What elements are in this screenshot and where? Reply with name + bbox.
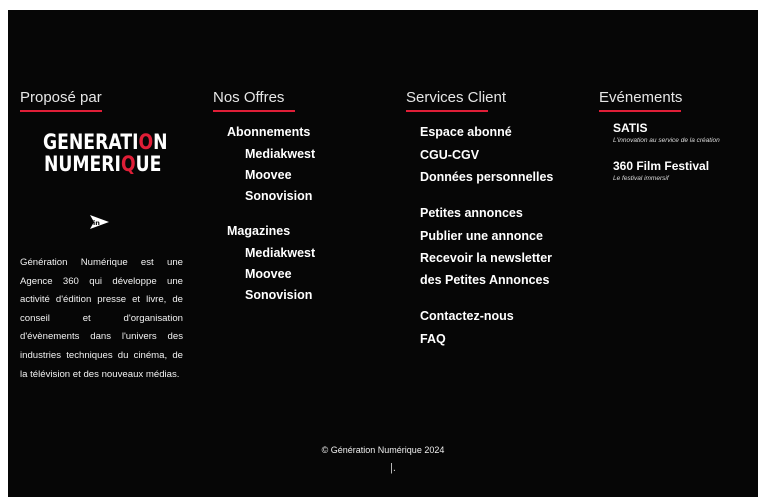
link-abonnements-mediakwest[interactable]: Mediakwest <box>245 147 315 161</box>
link-abonnements[interactable]: Abonnements <box>227 125 310 139</box>
link-magazines-mediakwest[interactable]: Mediakwest <box>245 246 315 260</box>
column-offres: Nos Offres <box>213 89 296 112</box>
column-title-offres: Nos Offres <box>213 89 296 112</box>
link-cgu-cgv[interactable]: CGU-CGV <box>420 148 479 162</box>
copyright-text: © Génération Numérique 2024 <box>321 445 445 455</box>
link-publier-annonce[interactable]: Publier une annonce <box>420 229 543 243</box>
site-footer: Proposé par GENERATION NUMERIQUE in Géné… <box>8 10 758 497</box>
link-magazines[interactable]: Magazines <box>227 224 290 238</box>
event-360-tagline: Le festival immersif <box>613 175 669 182</box>
column-title-evenements: Evénements <box>599 89 682 112</box>
generation-numerique-logo[interactable]: GENERATION NUMERIQUE <box>43 131 173 175</box>
event-satis-tagline: L'innovation au service de la création <box>613 137 720 144</box>
link-magazines-moovee[interactable]: Moovee <box>245 267 292 281</box>
event-360-film-festival[interactable]: 360 Film Festival <box>613 159 709 173</box>
column-title-services: Services Client <box>406 89 506 112</box>
column-evenements: Evénements <box>599 89 682 112</box>
link-contactez-nous[interactable]: Contactez-nous <box>420 309 514 323</box>
link-petites-annonces[interactable]: Petites annonces <box>420 206 523 220</box>
footer-separator: |. <box>390 462 396 474</box>
link-magazines-sonovision[interactable]: Sonovision <box>245 288 312 302</box>
link-espace-abonne[interactable]: Espace abonné <box>420 125 512 139</box>
link-newsletter-line1[interactable]: Recevoir la newsletter <box>420 251 552 265</box>
link-abonnements-moovee[interactable]: Moovee <box>245 168 292 182</box>
column-propose: Proposé par <box>20 89 102 112</box>
column-services: Services Client <box>406 89 506 112</box>
link-faq[interactable]: FAQ <box>420 332 446 346</box>
svg-text:in: in <box>93 219 100 227</box>
linkedin-icon[interactable]: in <box>88 214 110 230</box>
company-description: Génération Numérique est une Agence 360 … <box>20 257 183 380</box>
column-title-propose: Proposé par <box>20 89 102 112</box>
link-donnees-personnelles[interactable]: Données personnelles <box>420 170 553 184</box>
event-satis[interactable]: SATIS <box>613 121 647 135</box>
link-newsletter-line2[interactable]: des Petites Annonces <box>420 273 549 287</box>
link-abonnements-sonovision[interactable]: Sonovision <box>245 189 312 203</box>
